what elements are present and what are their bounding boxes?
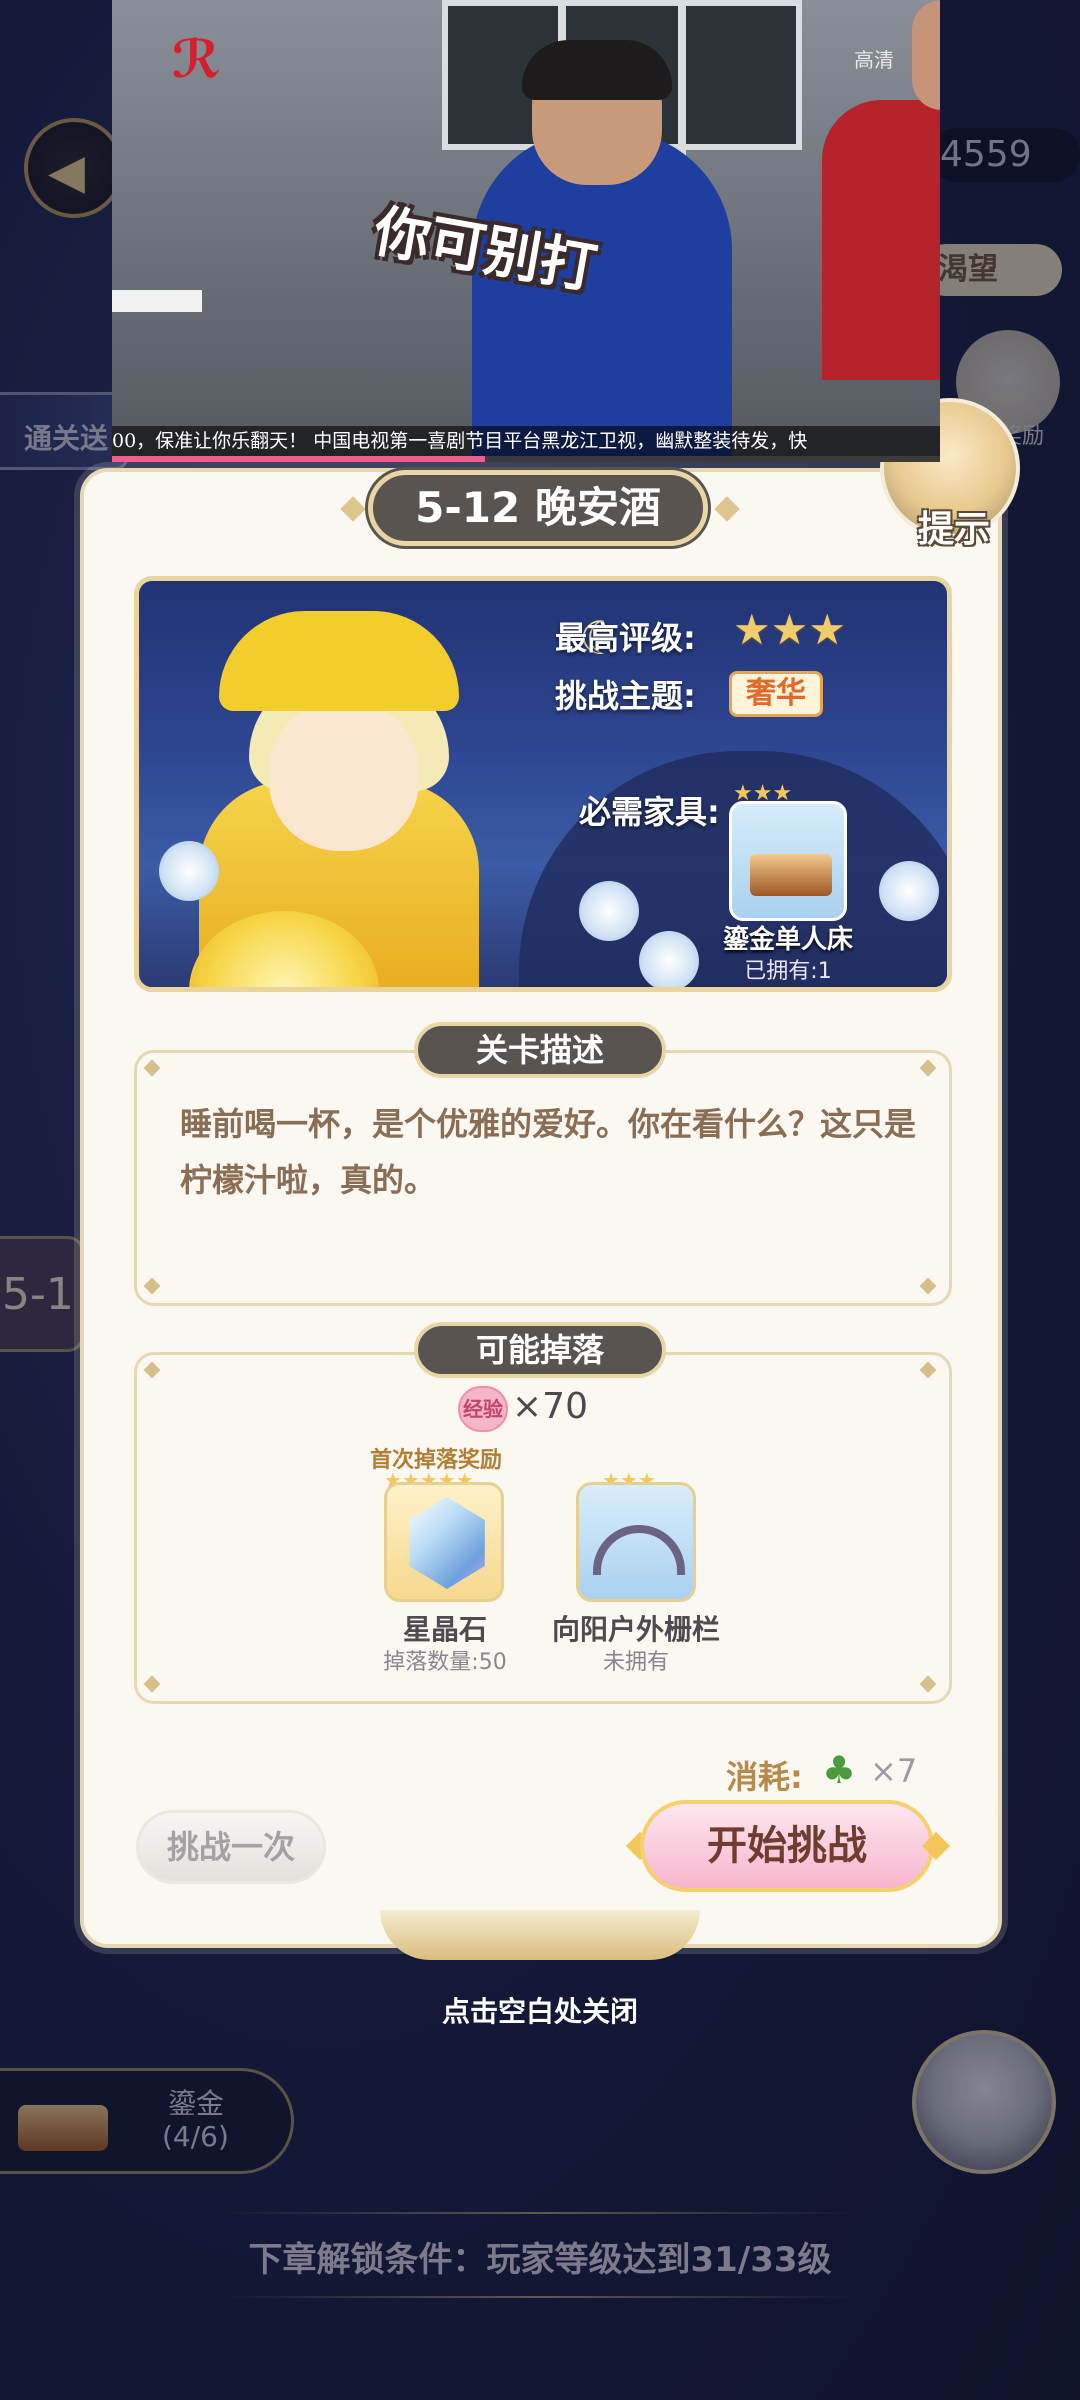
- theme-label: 挑战主题:: [555, 677, 696, 715]
- drop-item-card[interactable]: [384, 1482, 504, 1602]
- stage-title-plate: 5-12 晚安酒: [368, 470, 708, 546]
- video-overlay[interactable]: ℛ 高清 你可别打 00，保准让你乐翻天！ 中国电视第一喜剧节目平台黑龙江卫视，…: [112, 0, 940, 462]
- theme-tag: 奢华: [729, 671, 823, 717]
- cost-value: ×7: [870, 1752, 918, 1790]
- drop-item-name: 向阳户外栅栏: [551, 1613, 720, 1646]
- video-progress-fill: [112, 456, 485, 462]
- person-red-head: [912, 0, 940, 110]
- stage-banner: ☾ 最高评级: ★★★ 挑战主题: 奢华 必需家具: ★★★ 鎏金单人床 已拥有…: [134, 576, 952, 992]
- drops-title: 可能掉落: [414, 1322, 666, 1378]
- drop-item-sub: 掉落数量:50: [383, 1650, 507, 1675]
- stage-title: 5-12 晚安酒: [415, 483, 661, 532]
- character-hat: [219, 611, 459, 711]
- best-rating-label: 最高评级:: [555, 619, 696, 657]
- star-icon: ★: [770, 605, 809, 654]
- description-text: 睡前喝一杯，是个优雅的爱好。你在看什么？这只是柠檬汁啦，真的。: [180, 1105, 917, 1199]
- star-icon: ★: [808, 605, 846, 654]
- person-blue-hair: [522, 40, 672, 100]
- clover-icon: ♣: [822, 1748, 857, 1792]
- close-hint: 点击空白处关闭: [441, 1995, 638, 2028]
- fence-icon: [593, 1525, 685, 1575]
- quality-label[interactable]: 高清: [854, 44, 894, 73]
- required-furniture-label: 必需家具:: [579, 793, 720, 831]
- bed-icon: [750, 854, 832, 896]
- furniture-card[interactable]: [729, 801, 847, 921]
- exp-value: ×70: [512, 1386, 588, 1427]
- person-red: [822, 100, 940, 380]
- drop-item-sub: 未拥有: [602, 1650, 669, 1675]
- description-title: 关卡描述: [414, 1022, 666, 1078]
- channel-logo: ℛ: [172, 30, 221, 90]
- flower-icon: [159, 841, 219, 901]
- exp-icon: 经验: [458, 1386, 508, 1432]
- cost-label: 消耗:: [726, 1758, 803, 1796]
- dialog-bottom-ornament: [380, 1910, 700, 1960]
- star-icon: ★: [733, 605, 771, 654]
- rating-stars: ★★★: [733, 605, 846, 654]
- flower-icon: [879, 861, 939, 921]
- video-ticker: 00，保准让你乐翻天！ 中国电视第一喜剧节目平台黑龙江卫视，幽默整装待发，快: [112, 426, 940, 456]
- hint-label: 提示: [918, 509, 991, 550]
- furniture-owned: 已拥有:1: [744, 959, 832, 984]
- drop-item-name: 星晶石: [402, 1613, 487, 1646]
- star-crystal-icon: [409, 1497, 485, 1589]
- furniture-name: 鎏金单人床: [722, 925, 853, 955]
- flower-icon: [579, 881, 639, 941]
- challenge-once-button[interactable]: 挑战一次: [136, 1810, 326, 1884]
- desk: [112, 290, 202, 312]
- drop-item-card[interactable]: [576, 1482, 696, 1602]
- character-face: [269, 701, 419, 851]
- video-progress[interactable]: [112, 456, 940, 462]
- start-challenge-button[interactable]: 开始挑战: [640, 1800, 934, 1892]
